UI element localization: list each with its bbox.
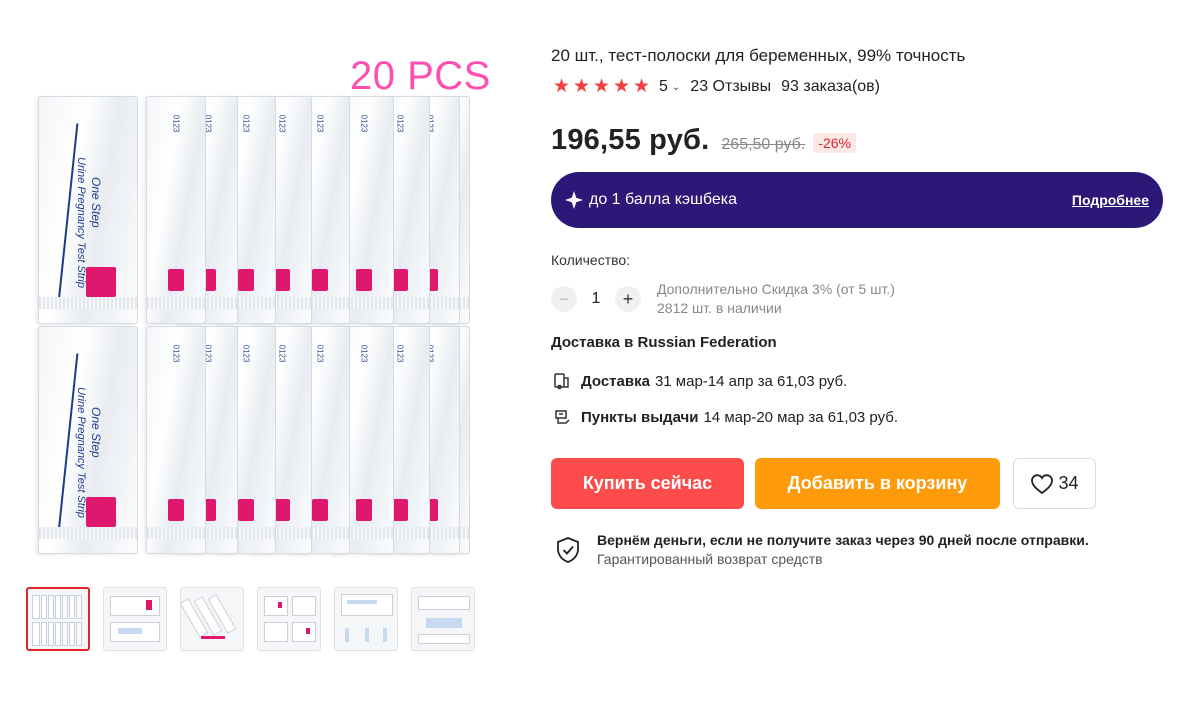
heart-icon [1031, 473, 1054, 494]
strip-code: 0123 [359, 344, 369, 363]
strip-code: 0123 [277, 344, 287, 363]
strip-brand: One Step Urine Pregnancy Test Strip [57, 137, 127, 288]
quantity-decrease-button[interactable]: − [551, 286, 577, 312]
strip-code: 0123 [241, 344, 251, 363]
pickup-delivery-detail: 14 мар-20 мар за 61,03 руб. [703, 408, 899, 426]
test-strip-front: One Step Urine Pregnancy Test Strip [38, 96, 138, 324]
stock-text: 2812 шт. в наличии [657, 300, 782, 316]
delivery-box-icon [554, 373, 569, 390]
test-strip-front: One Step Urine Pregnancy Test Strip [38, 326, 138, 554]
strip-code: 0123 [395, 344, 405, 363]
strip-seal [147, 297, 205, 309]
old-price: 265,50 руб. [721, 136, 806, 153]
strip-pink-window [168, 269, 184, 291]
star-icon: ★ [553, 76, 571, 97]
strip-pink-window [238, 499, 254, 521]
strip-brand-line1: One Step [89, 407, 103, 458]
strip-code: 0123 [171, 344, 181, 363]
price-row: 196,55 руб. 265,50 руб. -26% [551, 124, 856, 157]
rating-row: ★ ★ ★ ★ ★ 5 ⌄ 23 Отзывы 93 заказа(ов) [553, 76, 880, 97]
product-title: 20 шт., тест-полоски для беременных, 99%… [551, 46, 966, 65]
reviews-link[interactable]: 23 Отзывы [690, 78, 771, 96]
star-icon: ★ [593, 76, 611, 97]
buyer-guarantee: Вернём деньги, если не получите заказ че… [555, 532, 1089, 567]
courier-delivery-label: Доставка [581, 372, 650, 390]
strip-seal [39, 297, 137, 309]
quantity-info: Дополнительно Скидка 3% (от 5 шт.) 2812 … [657, 280, 895, 318]
strip-pink-window [238, 269, 254, 291]
cashback-more-link[interactable]: Подробнее [1072, 192, 1149, 208]
strip-pink-window [86, 267, 116, 297]
extra-discount-text: Дополнительно Скидка 3% (от 5 шт.) [657, 281, 895, 297]
quantity-value[interactable]: 1 [577, 290, 615, 308]
strip-pink-window [392, 499, 408, 521]
thumbnail-3[interactable] [180, 587, 244, 651]
guarantee-title: Вернём деньги, если не получите заказ че… [597, 532, 1089, 548]
cashback-banner[interactable]: до 1 балла кэшбека Подробнее [551, 172, 1163, 228]
thumbnail-strip [26, 587, 475, 651]
pickup-point-icon [555, 410, 570, 424]
test-strip: 0123 [146, 326, 206, 554]
strip-code: 0123 [241, 114, 251, 133]
courier-delivery-detail: 31 мар-14 апр за 61,03 руб. [654, 372, 848, 390]
pickup-delivery-label: Пункты выдачи [581, 408, 699, 426]
star-icon: ★ [573, 76, 591, 97]
strip-brand-line1: One Step [89, 177, 103, 228]
strip-pink-window [312, 499, 328, 521]
chevron-down-icon[interactable]: ⌄ [672, 82, 680, 93]
thumbnail-1[interactable] [26, 587, 90, 651]
product-info: 20 шт., тест-полоски для беременных, 99%… [551, 0, 1163, 703]
quantity-stepper: − 1 + Дополнительно Скидка 3% (от 5 шт.)… [551, 280, 895, 318]
quantity-increase-button[interactable]: + [615, 286, 641, 312]
sparkle-icon [565, 191, 583, 209]
strip-pink-window [392, 269, 408, 291]
pickup-delivery-row: Пункты выдачи 14 мар-20 мар за 61,03 руб… [553, 408, 898, 426]
rating-stars: ★ ★ ★ ★ ★ [553, 76, 651, 97]
strip-code: 0123 [315, 114, 325, 133]
orders-count: 93 заказа(ов) [781, 78, 880, 95]
wishlist-button[interactable]: 34 [1013, 458, 1096, 509]
strip-pink-window [274, 499, 290, 521]
strip-code: 0123 [395, 114, 405, 133]
cashback-text: до 1 балла кэшбека [589, 191, 738, 208]
strip-group-bottom: 012301230123012301230123012301230123One … [38, 326, 470, 554]
guarantee-subtitle: Гарантированный возврат средств [597, 551, 823, 567]
strip-pink-window [86, 497, 116, 527]
strip-pink-window [168, 499, 184, 521]
pcs-label: 20 PCS [350, 54, 491, 98]
thumbnail-2[interactable] [103, 587, 167, 651]
thumbnail-5[interactable] [334, 587, 398, 651]
thumbnail-6[interactable] [411, 587, 475, 651]
wishlist-count: 34 [1058, 473, 1079, 493]
strip-pink-window [356, 269, 372, 291]
strip-code: 0123 [277, 114, 287, 133]
strip-seal [147, 527, 205, 539]
buy-now-button[interactable]: Купить сейчас [551, 458, 744, 509]
current-price: 196,55 руб. [551, 124, 710, 156]
strip-brand: One Step Urine Pregnancy Test Strip [57, 367, 127, 518]
strip-code: 0123 [315, 344, 325, 363]
product-gallery: 20 PCS 0123 0123 0123 0123 0123 0123 0123 0123 0… [0, 0, 520, 703]
test-strip: 0123 [146, 96, 206, 324]
strip-code: 0123 [171, 114, 181, 133]
delivery-title[interactable]: Доставка в Russian Federation [551, 334, 777, 351]
discount-badge: -26% [813, 133, 856, 153]
strip-pink-window [274, 269, 290, 291]
thumbnail-4[interactable] [257, 587, 321, 651]
strip-seal [39, 527, 137, 539]
star-icon: ★ [613, 76, 631, 97]
rating-value[interactable]: 5 [659, 78, 668, 96]
strip-code: 0123 [359, 114, 369, 133]
shield-check-icon [557, 537, 579, 563]
star-icon: ★ [633, 76, 651, 97]
quantity-label: Количество: [551, 252, 631, 268]
strip-pink-window [356, 499, 372, 521]
strip-group-top: 012301230123012301230123012301230123One … [38, 96, 470, 324]
strip-pink-window [312, 269, 328, 291]
action-buttons: Купить сейчас Добавить в корзину 34 [551, 458, 1096, 509]
courier-delivery-row: Доставка 31 мар-14 апр за 61,03 руб. [553, 372, 847, 390]
add-to-cart-button[interactable]: Добавить в корзину [755, 458, 1000, 509]
